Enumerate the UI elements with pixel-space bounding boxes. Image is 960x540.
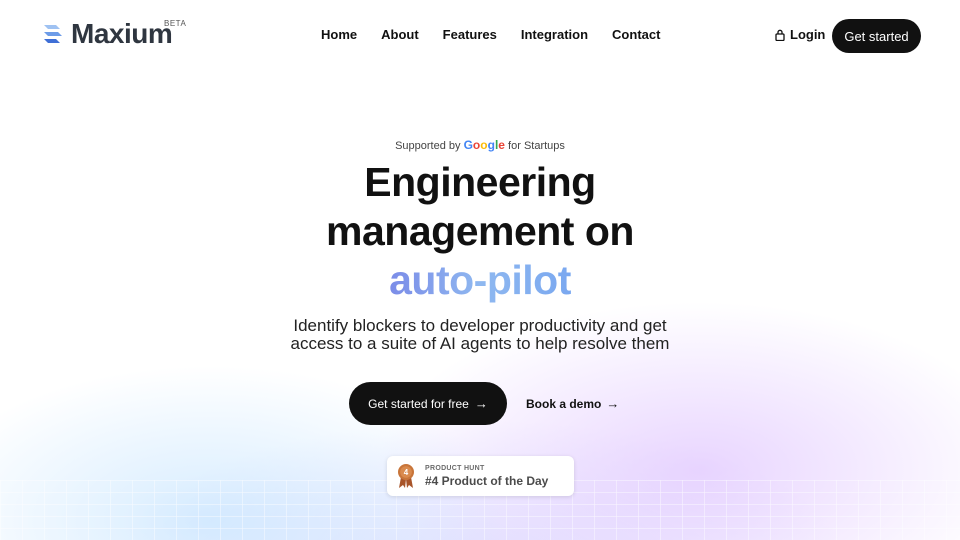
get-started-free-label: Get started for free [368, 396, 469, 411]
get-started-button[interactable]: Get started [832, 19, 921, 53]
supported-suffix: for Startups [508, 140, 565, 152]
lock-icon [775, 29, 785, 41]
book-demo-label: Book a demo [526, 396, 602, 411]
nav-contact[interactable]: Contact [612, 27, 660, 42]
login-link[interactable]: Login [775, 27, 825, 42]
brand-name: Maxium [71, 18, 173, 49]
sub-line-2: access to a suite of AI agents to help r… [290, 334, 670, 353]
hero-headline: Engineering management on auto-pilot [0, 158, 960, 305]
supported-by-line: Supported by Google for Startups [0, 138, 960, 152]
brand-logo[interactable]: Maxium BETA [42, 18, 186, 50]
medal-number: 4 [404, 468, 409, 477]
badge-source: PRODUCT HUNT [425, 464, 485, 472]
headline-accent: auto-pilot [389, 257, 571, 303]
site-header: Maxium BETA Home About Features Integrat… [0, 0, 960, 72]
hero-subheadline: Identify blockers to developer productiv… [0, 317, 960, 353]
arrow-right-icon: → [606, 396, 620, 411]
badge-text: PRODUCT HUNT #4 Product of the Day [425, 465, 548, 488]
badge-title: #4 Product of the Day [425, 473, 549, 488]
get-started-free-button[interactable]: Get started for free → [349, 382, 507, 425]
main-nav: Home About Features Integration Contact [321, 27, 684, 42]
supported-prefix: Supported by [395, 140, 461, 152]
medal-icon: 4 [398, 464, 414, 488]
headline-line-1: Engineering [364, 159, 596, 205]
nav-home[interactable]: Home [321, 27, 357, 42]
nav-about[interactable]: About [381, 27, 419, 42]
headline-line-2: management on [326, 208, 634, 254]
beta-tag: BETA [164, 19, 187, 28]
login-label: Login [790, 27, 826, 42]
product-hunt-badge[interactable]: 4 PRODUCT HUNT #4 Product of the Day [387, 456, 574, 496]
sub-line-1: Identify blockers to developer productiv… [293, 316, 667, 335]
arrow-right-icon: → [474, 396, 488, 411]
nav-features[interactable]: Features [443, 27, 497, 42]
maxium-logo-icon [44, 25, 62, 43]
book-demo-button[interactable]: Book a demo → [526, 396, 619, 411]
google-wordmark: Google [463, 138, 505, 152]
nav-integration[interactable]: Integration [521, 27, 588, 42]
